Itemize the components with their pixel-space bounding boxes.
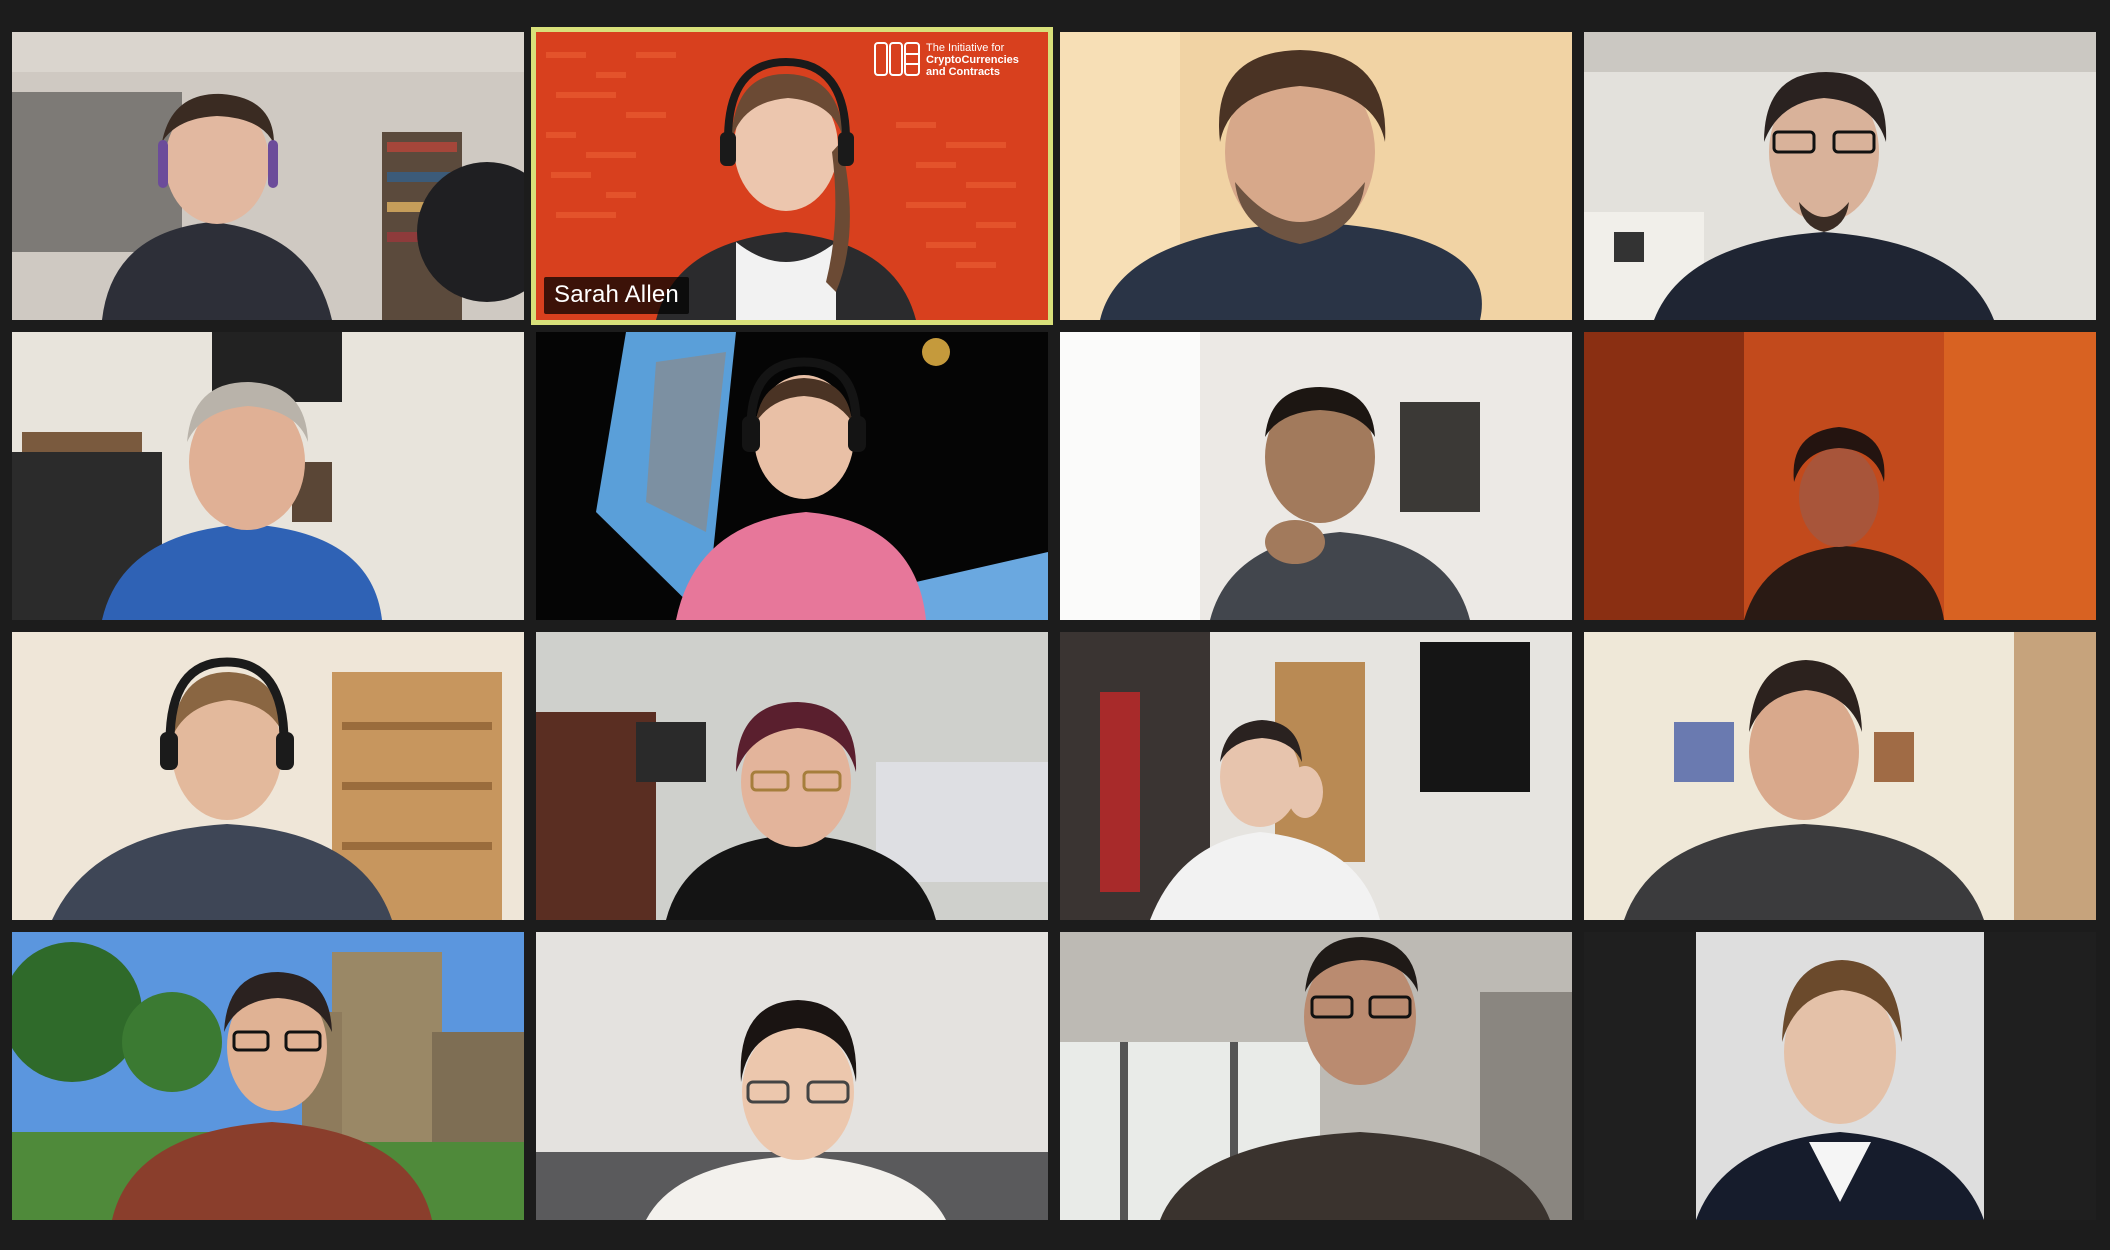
participant-avatar — [102, 93, 332, 320]
participant-tile-8[interactable] — [1584, 332, 2096, 620]
participant-avatar — [1624, 660, 1984, 920]
participant-tile-5[interactable] — [12, 332, 524, 620]
participant-tile-active-speaker[interactable]: The Initiative for CryptoCurrencies and … — [531, 27, 1053, 325]
participant-avatar — [1210, 387, 1470, 620]
participant-avatar — [102, 382, 382, 620]
participant-tile-9[interactable] — [12, 632, 524, 920]
participant-avatar — [666, 702, 936, 920]
participant-tile-16[interactable] — [1584, 932, 2096, 1220]
participant-avatar — [1150, 720, 1380, 920]
participant-tile-1[interactable] — [12, 32, 524, 320]
participant-avatar — [1744, 427, 1944, 620]
initiative-logo: The Initiative for CryptoCurrencies and … — [874, 42, 1034, 78]
participant-tile-12[interactable] — [1584, 632, 2096, 920]
participant-tile-3[interactable] — [1060, 32, 1572, 320]
gallery-grid: The Initiative for CryptoCurrencies and … — [12, 27, 2098, 1222]
participant-avatar — [1696, 960, 1984, 1220]
logo-line-3: and Contracts — [926, 66, 1000, 78]
participant-tile-15[interactable] — [1060, 932, 1572, 1220]
participant-tile-10[interactable] — [536, 632, 1048, 920]
participant-tile-14[interactable] — [536, 932, 1048, 1220]
participant-avatar — [646, 1000, 946, 1220]
participant-tile-7[interactable] — [1060, 332, 1572, 620]
participant-avatar — [52, 657, 392, 920]
participant-tile-11[interactable] — [1060, 632, 1572, 920]
participant-avatar — [1654, 72, 1994, 320]
logo-line-2: CryptoCurrencies — [926, 54, 1019, 66]
participant-tile-6[interactable] — [536, 332, 1048, 620]
ic3-logo-icon — [874, 42, 920, 76]
participant-tile-4[interactable] — [1584, 32, 2096, 320]
participant-avatar — [1100, 50, 1482, 320]
logo-line-1: The Initiative for — [926, 42, 1005, 54]
logo-text: The Initiative for CryptoCurrencies and … — [926, 42, 1034, 78]
participant-avatar — [1160, 937, 1550, 1220]
participant-avatar — [676, 357, 926, 620]
participant-name-label: Sarah Allen — [544, 277, 689, 314]
participant-avatar — [112, 972, 432, 1220]
participant-tile-13[interactable] — [12, 932, 524, 1220]
